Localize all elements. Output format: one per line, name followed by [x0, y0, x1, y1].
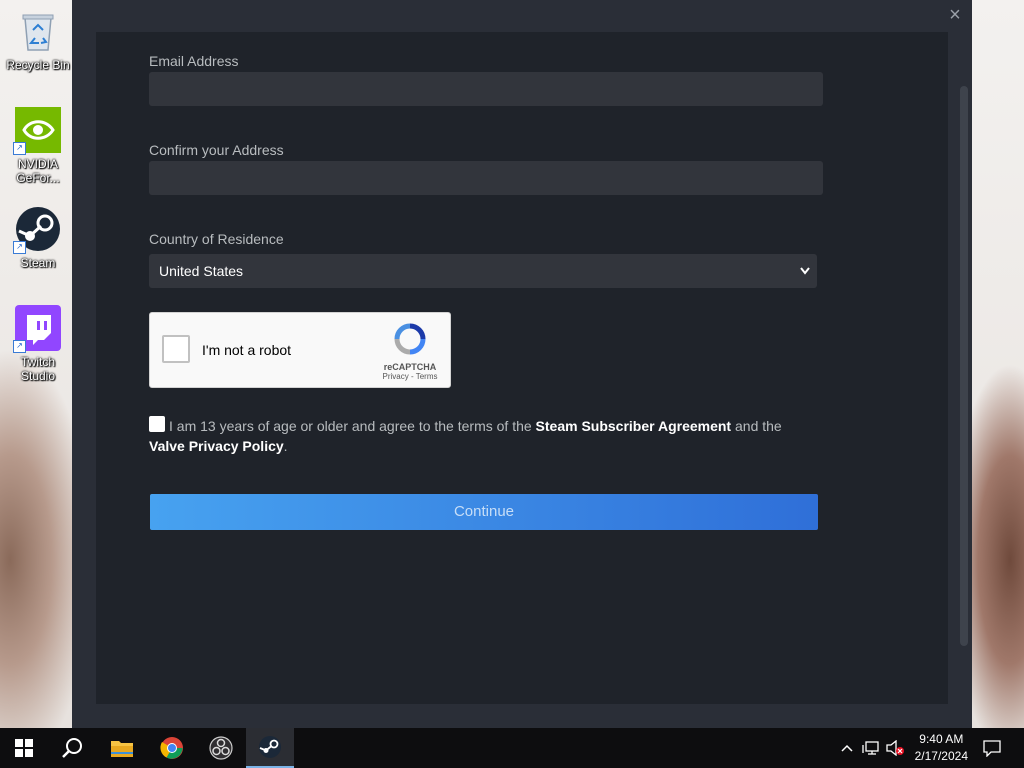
clock-time: 9:40 AM	[919, 732, 964, 746]
network-icon[interactable]	[860, 728, 882, 768]
desktop-icon-label: NVIDIA GeFor...	[16, 157, 60, 185]
recaptcha-label: I'm not a robot	[202, 342, 292, 358]
scrollbar-thumb[interactable]	[960, 86, 968, 646]
country-select[interactable]: United States	[149, 254, 817, 288]
desktop-icon-label: Recycle Bin	[6, 58, 70, 72]
agree-middle: and the	[731, 418, 782, 434]
twitch-studio-icon: ↗	[13, 305, 61, 353]
taskbar: 9:40 AM 2/17/2024	[0, 728, 1024, 768]
country-selected-value: United States	[159, 263, 244, 279]
desktop-icon-nvidia[interactable]: ↗ NVIDIA GeFor...	[4, 107, 72, 185]
recaptcha-checkbox[interactable]	[162, 335, 190, 363]
recaptcha-brand: reCAPTCHA	[383, 362, 437, 372]
nvidia-icon: ↗	[13, 107, 61, 155]
desktop-icon-recycle-bin[interactable]: Recycle Bin	[4, 8, 72, 72]
taskbar-file-explorer[interactable]	[98, 728, 146, 768]
start-button[interactable]	[0, 728, 48, 768]
email-field[interactable]	[149, 72, 823, 106]
desktop-icon-label: Steam	[20, 256, 56, 270]
desktop-icon-twitch-studio[interactable]: ↗ Twitch Studio	[4, 305, 72, 383]
continue-button[interactable]: Continue	[150, 494, 818, 530]
clock-date: 2/17/2024	[914, 749, 968, 763]
agree-prefix: I am 13 years of age or older and agree …	[169, 418, 536, 434]
recaptcha-logo: reCAPTCHA Privacy - Terms	[382, 323, 438, 381]
form-panel: Email Address Confirm your Address Count…	[96, 32, 948, 704]
close-icon[interactable]: ×	[946, 5, 964, 25]
search-button[interactable]	[48, 728, 96, 768]
email-label: Email Address	[149, 53, 239, 69]
agree-checkbox[interactable]	[149, 416, 165, 432]
chrome-icon	[160, 737, 183, 759]
steam-create-account-window: × Email Address Confirm your Address Cou…	[72, 0, 972, 728]
steam-icon	[259, 736, 281, 758]
system-clock[interactable]: 9:40 AM 2/17/2024	[915, 731, 968, 765]
desktop-icon-steam[interactable]: ↗ Steam	[4, 206, 72, 270]
volume-muted-icon[interactable]	[884, 728, 906, 768]
steam-icon: ↗	[13, 206, 61, 254]
search-icon	[62, 738, 82, 758]
taskbar-chrome[interactable]	[148, 728, 196, 768]
recaptcha-widget: I'm not a robot reCAPTCHA Privacy - Term…	[149, 312, 451, 388]
desktop-icon-label: Twitch Studio	[20, 355, 56, 383]
agreement-text: I am 13 years of age or older and agree …	[149, 416, 829, 456]
chevron-up-icon[interactable]	[838, 728, 856, 768]
confirm-email-field[interactable]	[149, 161, 823, 195]
taskbar-steam[interactable]	[246, 728, 294, 768]
scrollbar[interactable]	[960, 86, 968, 676]
recaptcha-icon	[394, 323, 426, 355]
folder-icon	[111, 741, 133, 757]
recaptcha-links[interactable]: Privacy - Terms	[382, 372, 438, 381]
obs-icon	[209, 736, 233, 760]
notification-icon[interactable]	[980, 728, 1004, 768]
chevron-down-icon	[799, 254, 811, 301]
taskbar-obs[interactable]	[197, 728, 245, 768]
shortcut-arrow-icon: ↗	[13, 142, 26, 155]
agree-suffix: .	[283, 438, 288, 454]
shortcut-arrow-icon: ↗	[13, 340, 26, 353]
privacy-policy-link[interactable]: Valve Privacy Policy	[149, 438, 284, 454]
recycle-bin-icon	[15, 8, 61, 54]
country-label: Country of Residence	[149, 231, 284, 247]
confirm-email-label: Confirm your Address	[149, 142, 284, 158]
ssa-link[interactable]: Steam Subscriber Agreement	[536, 418, 732, 434]
windows-icon	[15, 739, 33, 757]
shortcut-arrow-icon: ↗	[13, 241, 26, 254]
